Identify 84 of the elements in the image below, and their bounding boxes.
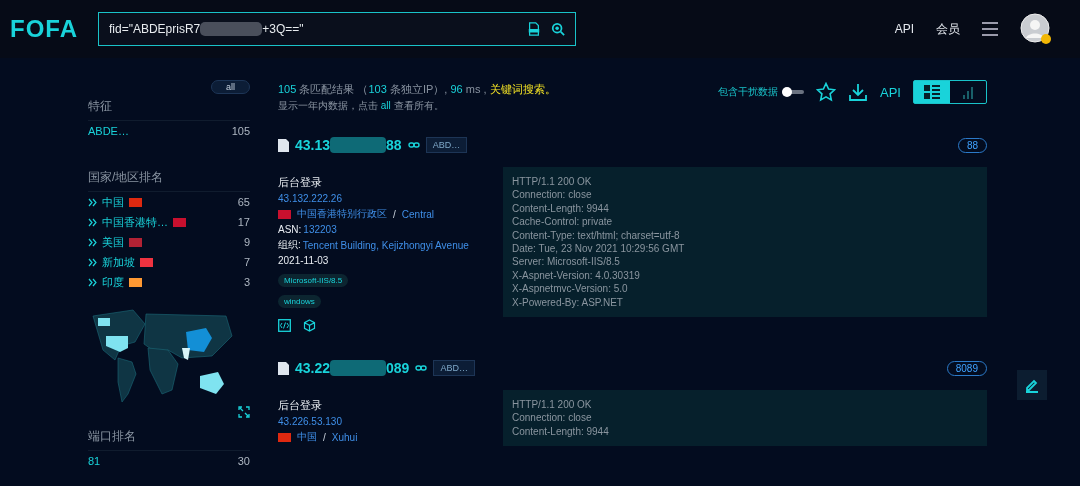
chevron-icon — [88, 217, 97, 227]
country-link[interactable]: 中国 — [297, 430, 317, 444]
org-link[interactable]: Tencent Building, Kejizhongyi Avenue — [302, 239, 469, 251]
product-tag[interactable]: windows — [278, 295, 321, 308]
count: 105 — [231, 125, 250, 137]
asn-label: ASN: — [278, 224, 302, 235]
header-line: Cache-Control: private — [512, 215, 614, 229]
edit-button[interactable] — [1017, 370, 1047, 400]
org-label: 组织: — [278, 238, 301, 252]
toggle-switch[interactable] — [782, 90, 805, 94]
product-tag[interactable]: Microsoft-IIS/8.5 — [278, 274, 349, 287]
list-icon — [924, 85, 940, 99]
all-button[interactable]: all — [211, 80, 250, 94]
header-line: Content-Type: text/html; charset=utf-8 — [512, 228, 681, 243]
count: 30 — [237, 455, 250, 467]
fofa-logo[interactable]: FOFA — [10, 15, 90, 43]
header-line: Content-Length: 9944 — [512, 424, 610, 439]
time-range-note: 显示一年内数据，点击 all 查看所有。 — [278, 99, 445, 113]
count: 17 — [237, 216, 250, 228]
cube-icon[interactable] — [303, 319, 316, 332]
header-line: HTTP/1.1 200 OK — [512, 398, 593, 412]
fid-tag[interactable]: ABD… — [425, 137, 468, 153]
section-title: 特征 — [88, 98, 250, 121]
count: 9 — [243, 236, 250, 248]
section-title: 国家/地区排名 — [88, 169, 250, 192]
blurred-text — [200, 22, 263, 36]
chevron-icon — [88, 257, 97, 267]
header-line: Date: Tue, 23 Nov 2021 10:29:56 GMT — [512, 242, 686, 256]
count: 3 — [243, 276, 250, 288]
header-line: X-Powered-By: ASP.NET — [512, 295, 624, 310]
header-line: HTTP/1.1 200 OK — [512, 175, 593, 189]
separator: / — [323, 431, 326, 443]
count: 65 — [237, 196, 250, 208]
ip-link[interactable]: 43.22 089 — [295, 360, 410, 376]
country-link[interactable]: 印度 — [102, 274, 124, 290]
host-link[interactable]: 43.132.222.26 — [278, 193, 503, 204]
nav-link[interactable]: 会员 — [936, 20, 960, 38]
country-link[interactable]: 中国香港特别行政区 — [297, 207, 387, 221]
search-icon[interactable] — [551, 22, 565, 36]
separator: / — [393, 208, 396, 220]
result-summary: 105 条匹配结果 （103 条独立IP）, 96 ms , 关键词搜索。 — [278, 82, 556, 97]
page-title: 后台登录 — [278, 175, 323, 190]
city-link[interactable]: Xuhui — [331, 431, 358, 443]
list-view-button[interactable] — [914, 81, 950, 103]
document-icon — [278, 361, 289, 375]
country-link[interactable]: 新加坡 — [102, 254, 135, 270]
country-link[interactable]: 美国 — [102, 234, 124, 250]
asn-link[interactable]: 132203 — [303, 224, 337, 235]
port-link[interactable]: 81 — [88, 455, 101, 467]
fid-tag[interactable]: ABD… — [433, 360, 475, 376]
toggle-label: 包含干扰数据 — [718, 85, 779, 99]
page-title: 后台登录 — [278, 398, 323, 413]
header-line: Connection: close — [512, 188, 593, 202]
code-icon[interactable] — [278, 319, 291, 332]
document-icon[interactable] — [527, 22, 541, 36]
avatar-icon[interactable] — [1020, 13, 1052, 45]
bar-chart-icon — [960, 85, 976, 99]
document-icon — [278, 138, 289, 152]
header-line: Connection: close — [512, 411, 593, 425]
api-link[interactable]: API — [880, 84, 901, 100]
menu-icon[interactable] — [982, 22, 998, 36]
header-line: X-Aspnetmvc-Version: 5.0 — [512, 282, 629, 296]
date: 2021-11-03 — [278, 255, 330, 266]
chevron-icon — [88, 197, 97, 207]
host-link[interactable]: 43.226.53.130 — [278, 416, 503, 427]
download-icon[interactable] — [848, 82, 869, 102]
search-field[interactable]: fid="ABDEprisR7 +3Q==" — [98, 12, 576, 46]
header-line: Server: Microsoft-IIS/8.5 — [512, 255, 621, 269]
count: 7 — [243, 256, 250, 268]
link-icon[interactable] — [415, 364, 428, 372]
chevron-icon — [88, 277, 97, 287]
header-line: X-Aspnet-Version: 4.0.30319 — [512, 268, 641, 283]
star-icon[interactable] — [816, 82, 837, 102]
nav-link[interactable]: API — [894, 22, 914, 36]
chevron-icon — [88, 237, 97, 247]
country-link[interactable]: 中国香港特… — [102, 214, 168, 230]
expand-icon[interactable] — [238, 406, 250, 418]
feature-link[interactable]: ABDE… — [88, 125, 129, 137]
section-title: 端口排名 — [88, 428, 250, 451]
country-link[interactable]: 中国 — [102, 194, 124, 210]
header-line: Content-Length: 9944 — [512, 201, 610, 216]
link-icon[interactable] — [407, 141, 420, 149]
pencil-icon — [1024, 377, 1040, 393]
city-link[interactable]: Central — [401, 208, 435, 220]
